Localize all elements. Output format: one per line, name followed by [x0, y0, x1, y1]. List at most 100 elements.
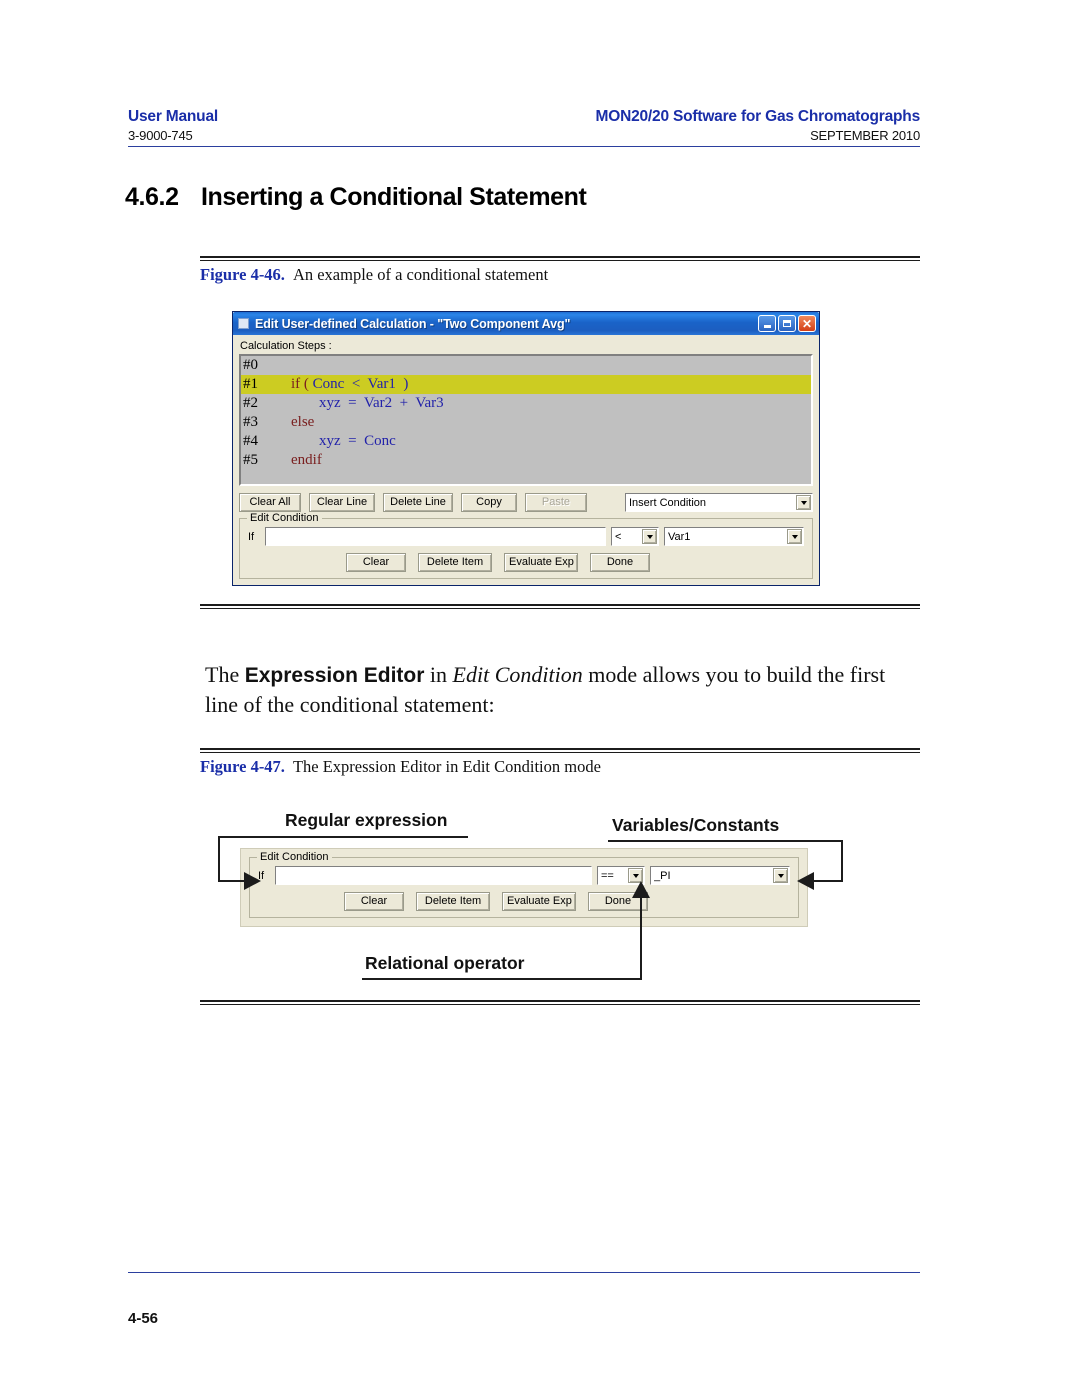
evaluate-exp-button[interactable]: Evaluate Exp [502, 892, 576, 911]
figure47-caption: Figure 4-47. The Expression Editor in Edi… [200, 757, 601, 777]
annotation-label-relational-operator: Relational operator [365, 953, 525, 973]
header-doc-number: 3-9000-745 [128, 128, 193, 143]
edit-calculation-dialog: Edit User-defined Calculation - "Two Com… [232, 311, 820, 586]
evaluate-exp-button[interactable]: Evaluate Exp [504, 553, 578, 572]
if-label: If [248, 530, 255, 543]
code-line-text: endif [277, 452, 322, 469]
arrow-regular-expression [244, 872, 261, 890]
condition-buttons: Clear Delete Item Evaluate Exp Done [248, 553, 804, 572]
condition-row: If < Var1 [248, 527, 804, 546]
figure47-caption-label: Figure 4-47. [200, 757, 285, 776]
close-icon[interactable]: ✕ [798, 315, 816, 332]
figure46-caption-text: An example of a conditional statement [292, 265, 549, 284]
annotation-label-variables-constants: Variables/Constants [612, 815, 780, 835]
leader-relational-v [640, 896, 642, 980]
expression-input[interactable] [265, 527, 606, 546]
clear-line-button[interactable]: Clear Line [309, 493, 375, 512]
clear-button[interactable]: Clear [346, 553, 406, 572]
leader-regular-expression-h1 [218, 836, 468, 838]
expression-input[interactable] [275, 866, 592, 885]
section-title: Inserting a Conditional Statement [201, 183, 587, 211]
variable-combo[interactable]: Var1 [664, 527, 804, 546]
header-date: SEPTEMBER 2010 [810, 128, 920, 143]
delete-item-button[interactable]: Delete Item [418, 553, 492, 572]
copy-button[interactable]: Copy [461, 493, 517, 512]
code-line-number: #2 [243, 395, 258, 411]
code-line[interactable]: #3 else [241, 413, 811, 432]
insert-condition-combo[interactable]: Insert Condition [625, 493, 813, 512]
code-line-text: if ( Conc < Var1 ) [277, 376, 408, 393]
header-manual-title: User Manual [128, 108, 218, 125]
code-line[interactable]: #4 xyz = Conc [241, 432, 811, 451]
leader-regular-expression-v [218, 836, 220, 881]
code-line[interactable]: #1 if ( Conc < Var1 ) [241, 375, 811, 394]
window-icon [238, 318, 249, 329]
operator-value: == [601, 869, 614, 882]
code-line[interactable]: #0 [241, 356, 811, 375]
calculation-steps-label: Calculation Steps : [240, 340, 332, 352]
operator-value: < [615, 530, 622, 543]
chevron-down-icon[interactable] [773, 868, 788, 883]
variable-value: _PI [654, 869, 671, 882]
footer-rule [128, 1272, 920, 1273]
figure47-condition-buttons: Clear Delete Item Evaluate Exp Done [258, 892, 790, 911]
dialog-title: Edit User-defined Calculation - "Two Com… [255, 316, 571, 331]
page-title: 4.6.2 Inserting a Conditional Statement [125, 183, 587, 212]
code-keyword: endif [291, 452, 322, 468]
chevron-down-icon[interactable] [796, 495, 811, 510]
chevron-down-icon[interactable] [787, 529, 802, 544]
edit-condition-legend: Edit Condition [247, 512, 322, 524]
code-line-number: #1 [243, 376, 258, 392]
figure47-condition-row: If == _PI [258, 866, 790, 885]
window-controls: ✕ [758, 315, 816, 332]
clear-button[interactable]: Clear [344, 892, 404, 911]
clear-all-button[interactable]: Clear All [239, 493, 301, 512]
section-number: 4.6.2 [125, 183, 179, 211]
body-part2: in [424, 662, 453, 687]
variable-combo[interactable]: _PI [650, 866, 790, 885]
arrow-variables-constants [797, 872, 814, 890]
figure46-rule-top [200, 256, 920, 261]
operator-combo[interactable]: < [611, 527, 659, 546]
done-button[interactable]: Done [590, 553, 650, 572]
dialog-body: Calculation Steps : #0 #1 if ( Conc < Var1… [233, 335, 819, 585]
code-line[interactable]: #2 xyz = Var2 + Var3 [241, 394, 811, 413]
header-main-row: User Manual MON20/20 Software for Gas Ch… [128, 108, 920, 126]
code-expression: xyz = Conc [319, 433, 396, 449]
arrow-relational-operator [632, 881, 650, 898]
dialog-toolbar: Clear All Clear Line Delete Line Copy Paste … [239, 493, 813, 512]
dialog-titlebar[interactable]: Edit User-defined Calculation - "Two Com… [233, 312, 819, 335]
code-line[interactable]: #5 endif [241, 451, 811, 470]
leader-variables-h2 [813, 880, 843, 882]
code-line-text: xyz = Var2 + Var3 [277, 395, 444, 412]
header-sub-row: 3-9000-745 SEPTEMBER 2010 [128, 126, 920, 143]
delete-item-button[interactable]: Delete Item [416, 892, 490, 911]
code-line-number: #4 [243, 433, 258, 449]
body-italic-edit-condition: Edit Condition [452, 662, 583, 687]
calculation-steps-listbox[interactable]: #0 #1 if ( Conc < Var1 ) #2 xyz = Var2 + Var… [239, 354, 813, 486]
figure46-caption: Figure 4-46. An example of a conditional … [200, 265, 548, 285]
figure47-caption-text: The Expression Editor in Edit Condition … [292, 757, 601, 776]
insert-condition-value: Insert Condition [629, 496, 707, 509]
code-line-text: else [277, 414, 314, 431]
figure46-caption-label: Figure 4-46. [200, 265, 285, 284]
code-expression: Conc < Var1 ) [308, 376, 409, 392]
annotation-label-regular-expression: Regular expression [285, 810, 448, 830]
minimize-icon[interactable] [758, 315, 776, 332]
chevron-down-icon[interactable] [642, 529, 657, 544]
page-header: User Manual MON20/20 Software for Gas Ch… [128, 108, 920, 147]
variable-value: Var1 [668, 530, 691, 543]
code-line-number: #3 [243, 414, 258, 430]
maximize-icon[interactable] [778, 315, 796, 332]
code-line-text: xyz = Conc [277, 433, 396, 450]
delete-line-button[interactable]: Delete Line [383, 493, 453, 512]
body-bold-expression-editor: Expression Editor [244, 664, 425, 687]
figure47-annotation-layer: Edit Condition If == _PI Clear Delete Ite… [200, 798, 920, 998]
header-rule [128, 146, 920, 147]
leader-relational-h [362, 978, 642, 980]
code-line-number: #0 [243, 357, 258, 373]
code-keyword: if ( [291, 376, 309, 392]
figure46-rule-bottom [200, 604, 920, 609]
figure47-legend: Edit Condition [257, 851, 332, 863]
code-expression: xyz = Var2 + Var3 [319, 395, 444, 411]
